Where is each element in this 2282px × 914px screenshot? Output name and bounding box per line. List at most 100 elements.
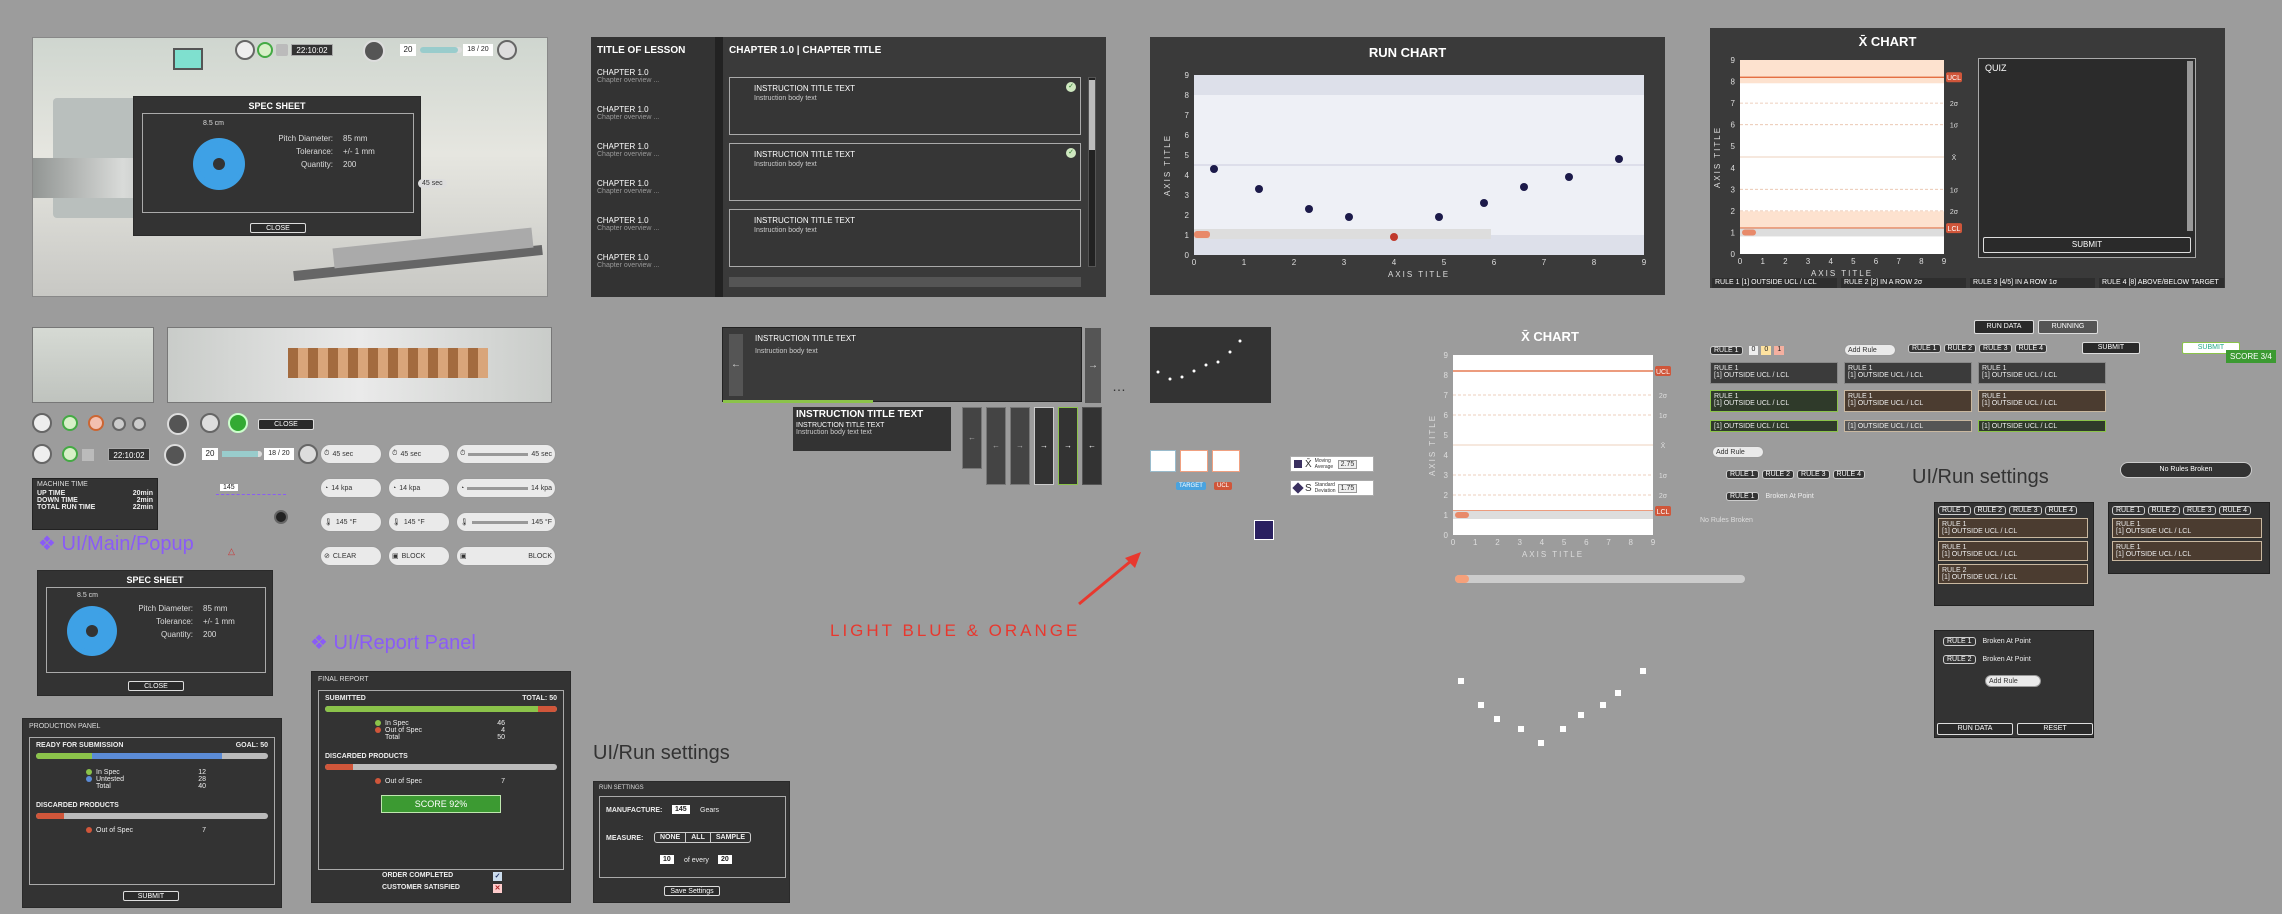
block-toggle[interactable]: ▣ BLOCK: [456, 546, 556, 566]
check-icon[interactable]: [200, 413, 220, 433]
temp-slider[interactable]: 🌡 145 °F: [456, 512, 556, 532]
gear-icon[interactable]: [164, 444, 186, 466]
every-a[interactable]: 10: [660, 855, 674, 864]
rule-tab[interactable]: RULE 3: [2009, 506, 2042, 515]
rule-tab[interactable]: RULE 1: [1908, 344, 1941, 353]
nav-fwd-2[interactable]: →: [1034, 407, 1054, 485]
pause-icon[interactable]: [82, 449, 94, 461]
thumb-machine-1[interactable]: [32, 327, 154, 403]
rule-tab[interactable]: RULE 2: [2147, 506, 2181, 515]
rule-box[interactable]: [1] OUTSIDE UCL / LCL: [1978, 420, 2106, 432]
scrollbar[interactable]: [1088, 77, 1096, 267]
running-button[interactable]: RUNNING: [2038, 320, 2098, 334]
pressure-slider[interactable]: ◔ 14 kpa: [456, 478, 556, 498]
gear-icon[interactable]: [363, 40, 385, 62]
pause-button[interactable]: [88, 415, 104, 431]
rule-tab[interactable]: RULE 4: [1832, 470, 1866, 479]
rule-tab[interactable]: RULE 2: [1761, 470, 1795, 479]
rule-tab[interactable]: RULE 4: [2044, 506, 2078, 515]
rule-tab[interactable]: RULE 2: [1973, 506, 2007, 515]
chapter-item[interactable]: CHAPTER 1.0 Chapter overview ...: [591, 249, 715, 286]
add-rule-button[interactable]: Add Rule: [1985, 675, 2041, 687]
clock-icon[interactable]: [32, 413, 52, 433]
rule-item[interactable]: RULE 1 [1] OUTSIDE UCL / LCL: [1938, 518, 2088, 538]
submit-button[interactable]: SUBMIT: [2082, 342, 2140, 354]
chapter-item[interactable]: CHAPTER 1.0 Chapter overview ...: [591, 175, 715, 212]
rule-tab[interactable]: RULE 4: [2014, 344, 2048, 353]
rule-box[interactable]: [1] OUTSIDE UCL / LCL: [1844, 420, 1972, 432]
rule-item[interactable]: RULE 1 [1] OUTSIDE UCL / LCL: [2112, 518, 2262, 538]
pressure-gauge[interactable]: ◔ 14 kpa: [388, 478, 450, 498]
time-gauge[interactable]: ⏱ 45 sec: [388, 444, 450, 464]
bottom-slider[interactable]: [1455, 575, 1745, 583]
manufacture-qty[interactable]: 145: [672, 805, 690, 814]
close-button[interactable]: CLOSE: [250, 223, 306, 233]
next-arrow-button[interactable]: →: [1085, 328, 1101, 403]
rule-tab[interactable]: RULE 4: [2218, 506, 2252, 515]
rule-item[interactable]: RULE 1 [1] OUTSIDE UCL / LCL: [1938, 541, 2088, 561]
check-icon[interactable]: [497, 40, 517, 60]
submit-button[interactable]: SUBMIT: [123, 891, 179, 901]
add-rule-button[interactable]: Add Rule: [1712, 446, 1764, 458]
temp-gauge[interactable]: 🌡 145 °F: [388, 512, 450, 532]
quiz-submit-button[interactable]: SUBMIT: [1983, 237, 2191, 253]
back-arrow-button[interactable]: ←: [729, 334, 743, 396]
option-none[interactable]: NONE: [655, 833, 687, 842]
close-button[interactable]: CLOSE: [258, 419, 314, 430]
skip-button[interactable]: [132, 417, 146, 431]
rule-box[interactable]: RULE 1 [1] OUTSIDE UCL / LCL: [1710, 362, 1838, 384]
rule-tab[interactable]: RULE 3: [2183, 506, 2216, 515]
rule-box[interactable]: RULE 1 [1] OUTSIDE UCL / LCL: [1978, 390, 2106, 412]
reset-button[interactable]: RESET: [2017, 723, 2093, 735]
thumb-machine-2[interactable]: [167, 327, 552, 403]
rule-label[interactable]: RULE 2 [2] IN A ROW 2σ: [1841, 278, 1966, 288]
gear-icon[interactable]: [274, 510, 288, 524]
gear-icon[interactable]: [167, 413, 189, 435]
count-field[interactable]: 145: [220, 484, 238, 491]
rule-label[interactable]: RULE 4 [8] ABOVE/BELOW TARGET: [2099, 278, 2224, 288]
rule-tab[interactable]: RULE 2: [1943, 655, 1976, 664]
nav-fwd-3[interactable]: →: [1058, 407, 1078, 485]
every-b[interactable]: 20: [718, 855, 732, 864]
rule-tab[interactable]: RULE 3: [1979, 344, 2012, 353]
more-icon[interactable]: …: [1112, 378, 1126, 394]
add-rule-button[interactable]: Add Rule: [1844, 344, 1896, 356]
rule-tab[interactable]: RULE 1: [1943, 637, 1976, 646]
rule-tab[interactable]: RULE 2: [1943, 344, 1977, 353]
instruction-card[interactable]: INSTRUCTION TITLE TEXT Instruction body t…: [729, 77, 1081, 135]
option-all[interactable]: ALL: [686, 833, 711, 842]
rule-tab[interactable]: RULE 1: [1938, 506, 1971, 515]
option-sample[interactable]: SAMPLE: [711, 833, 750, 842]
pressure-gauge[interactable]: ◔ 14 kpa: [320, 478, 382, 498]
play-button[interactable]: [62, 446, 78, 462]
temp-gauge[interactable]: 🌡 145 °F: [320, 512, 382, 532]
play-button[interactable]: [257, 42, 273, 58]
chapter-item[interactable]: CHAPTER 1.0 Chapter overview ...: [591, 138, 715, 175]
instruction-card[interactable]: INSTRUCTION TITLE TEXT Instruction body t…: [729, 143, 1081, 201]
pause-icon[interactable]: [276, 44, 288, 56]
rule-label[interactable]: RULE 1 [1] OUTSIDE UCL / LCL: [1712, 278, 1837, 288]
rule-box[interactable]: RULE 1 [1] OUTSIDE UCL / LCL: [1844, 390, 1972, 412]
time-slider[interactable]: ⏱ 45 sec: [456, 444, 556, 464]
instruction-card[interactable]: INSTRUCTION TITLE TEXT Instruction body t…: [729, 209, 1081, 267]
run-data-button[interactable]: RUN DATA: [1974, 320, 2034, 334]
rule-box[interactable]: RULE 1 [1] OUTSIDE UCL / LCL: [1844, 362, 1972, 384]
nav-fwd-1[interactable]: →: [1010, 407, 1030, 485]
check-green-icon[interactable]: [228, 413, 248, 433]
rule-box[interactable]: [1] OUTSIDE UCL / LCL: [1710, 420, 1838, 432]
nav-back-3[interactable]: ←: [1082, 407, 1102, 485]
block-button[interactable]: ▣ BLOCK: [388, 546, 450, 566]
rule-label[interactable]: RULE 3 [4/5] IN A ROW 1σ: [1970, 278, 2095, 288]
rule-item[interactable]: RULE 2 [1] OUTSIDE UCL / LCL: [1938, 564, 2088, 584]
check-icon[interactable]: [298, 444, 318, 464]
chapter-item[interactable]: CHAPTER 1.0 Chapter overview ...: [591, 212, 715, 249]
rule-item[interactable]: RULE 1 [1] OUTSIDE UCL / LCL: [2112, 541, 2262, 561]
chapter-item[interactable]: CHAPTER 1.0 Chapter overview ...: [591, 101, 715, 138]
rule-box[interactable]: RULE 1 [1] OUTSIDE UCL / LCL: [1978, 362, 2106, 384]
rule-tab[interactable]: RULE 1: [2112, 506, 2145, 515]
play-button[interactable]: [62, 415, 78, 431]
clear-button[interactable]: ⊘ CLEAR: [320, 546, 382, 566]
rule-tab[interactable]: RULE 1: [1710, 346, 1743, 355]
rule-tab[interactable]: RULE 1: [1726, 470, 1759, 479]
clock-icon[interactable]: [32, 444, 52, 464]
